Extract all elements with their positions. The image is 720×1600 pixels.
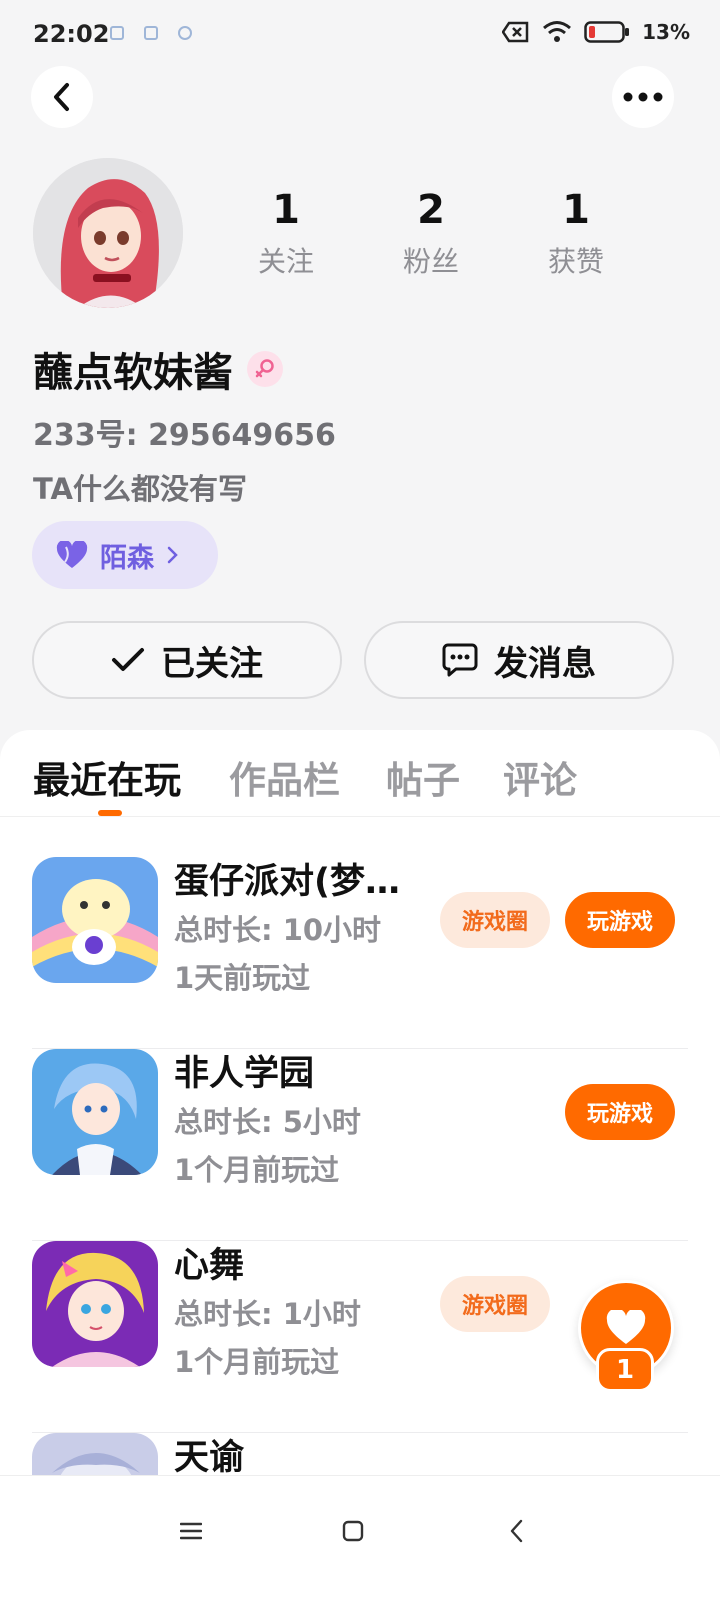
game-last-played: 1个月前玩过 bbox=[174, 1345, 340, 1379]
username: 蘸点软妹酱 bbox=[33, 350, 233, 396]
tab-posts[interactable]: 帖子 bbox=[386, 750, 460, 804]
status-bar: 22:02 13% bbox=[0, 0, 720, 70]
sim-icon bbox=[502, 21, 529, 43]
status-time: 22:02 bbox=[33, 20, 110, 48]
chevron-left-icon bbox=[510, 1519, 523, 1543]
chat-icon bbox=[442, 643, 478, 677]
tab-recently-played[interactable]: 最近在玩 bbox=[33, 750, 181, 804]
heart-icon bbox=[56, 541, 88, 568]
send-message-button[interactable]: 发消息 bbox=[364, 621, 674, 699]
stat-likes[interactable]: 1 获赞 bbox=[521, 186, 631, 280]
game-row[interactable]: 天谕 bbox=[0, 1433, 720, 1475]
back-nav-button[interactable] bbox=[492, 1506, 542, 1556]
avatar-image bbox=[33, 158, 183, 308]
notification-icon bbox=[178, 26, 192, 40]
notification-icon bbox=[110, 26, 124, 40]
tab-bar: 最近在玩 作品栏 帖子 评论 bbox=[0, 730, 720, 817]
game-icon bbox=[32, 857, 158, 983]
game-row[interactable]: 非人学园 总时长: 5小时 1个月前玩过 玩游戏 bbox=[0, 1049, 720, 1241]
followed-button[interactable]: 已关注 bbox=[32, 621, 342, 699]
game-icon bbox=[32, 1433, 158, 1475]
stat-value: 1 bbox=[562, 187, 590, 233]
stat-fans[interactable]: 2 粉丝 bbox=[376, 186, 486, 280]
play-game-button[interactable]: 玩游戏 bbox=[565, 892, 675, 948]
female-icon bbox=[247, 351, 283, 387]
checkmark-icon bbox=[112, 648, 144, 671]
battery-percent: 13% bbox=[642, 20, 690, 44]
chevron-right-icon bbox=[167, 546, 178, 564]
stat-label: 关注 bbox=[257, 245, 314, 278]
play-game-button[interactable]: 玩游戏 bbox=[565, 1084, 675, 1140]
game-title: 蛋仔派对(梦… bbox=[174, 862, 400, 902]
game-icon bbox=[32, 1049, 158, 1175]
game-circle-button[interactable]: 游戏圈 bbox=[440, 1276, 550, 1332]
heart-icon bbox=[606, 1310, 646, 1344]
avatar[interactable] bbox=[33, 158, 183, 308]
home-nav-button[interactable] bbox=[328, 1506, 378, 1556]
battery-icon bbox=[584, 21, 630, 43]
back-button[interactable] bbox=[31, 66, 93, 128]
stat-label: 获赞 bbox=[547, 245, 604, 278]
tab-comments[interactable]: 评论 bbox=[503, 750, 577, 804]
menu-icon bbox=[180, 1522, 202, 1540]
message-label: 发消息 bbox=[494, 643, 596, 684]
game-row[interactable]: 蛋仔派对(梦… 总时长: 10小时 1天前玩过 游戏圈 玩游戏 bbox=[0, 857, 720, 1049]
followed-label: 已关注 bbox=[161, 643, 263, 684]
game-last-played: 1天前玩过 bbox=[174, 961, 311, 995]
game-title: 天谕 bbox=[174, 1438, 245, 1475]
tag-label: 陌森 bbox=[100, 542, 154, 574]
username-row: 蘸点软妹酱 bbox=[33, 340, 283, 398]
game-circle-button[interactable]: 游戏圈 bbox=[440, 892, 550, 948]
game-duration: 总时长: 1小时 bbox=[174, 1297, 361, 1331]
stat-value: 2 bbox=[417, 187, 445, 233]
system-nav-bar bbox=[0, 1475, 720, 1600]
like-count-badge: 1 bbox=[596, 1348, 654, 1392]
tab-works[interactable]: 作品栏 bbox=[229, 750, 340, 804]
user-bio: TA什么都没有写 bbox=[33, 472, 247, 506]
menu-nav-button[interactable] bbox=[166, 1506, 216, 1556]
tab-indicator bbox=[98, 810, 122, 816]
game-title: 心舞 bbox=[174, 1246, 245, 1286]
home-square-icon bbox=[342, 1520, 364, 1542]
notification-icon bbox=[144, 26, 158, 40]
game-last-played: 1个月前玩过 bbox=[174, 1153, 340, 1187]
more-button[interactable] bbox=[612, 66, 674, 128]
wifi-icon bbox=[543, 21, 572, 42]
stat-following[interactable]: 1 关注 bbox=[231, 186, 341, 280]
stat-label: 粉丝 bbox=[402, 245, 459, 278]
game-duration: 总时长: 5小时 bbox=[174, 1105, 361, 1139]
stat-value: 1 bbox=[272, 187, 300, 233]
game-duration: 总时长: 10小时 bbox=[174, 913, 382, 947]
relationship-tag[interactable]: 陌森 bbox=[32, 521, 218, 589]
game-title: 非人学园 bbox=[174, 1054, 315, 1094]
more-icon bbox=[623, 92, 663, 102]
game-icon bbox=[32, 1241, 158, 1367]
user-id: 233号: 295649656 bbox=[33, 418, 336, 453]
chevron-left-icon bbox=[54, 83, 69, 111]
